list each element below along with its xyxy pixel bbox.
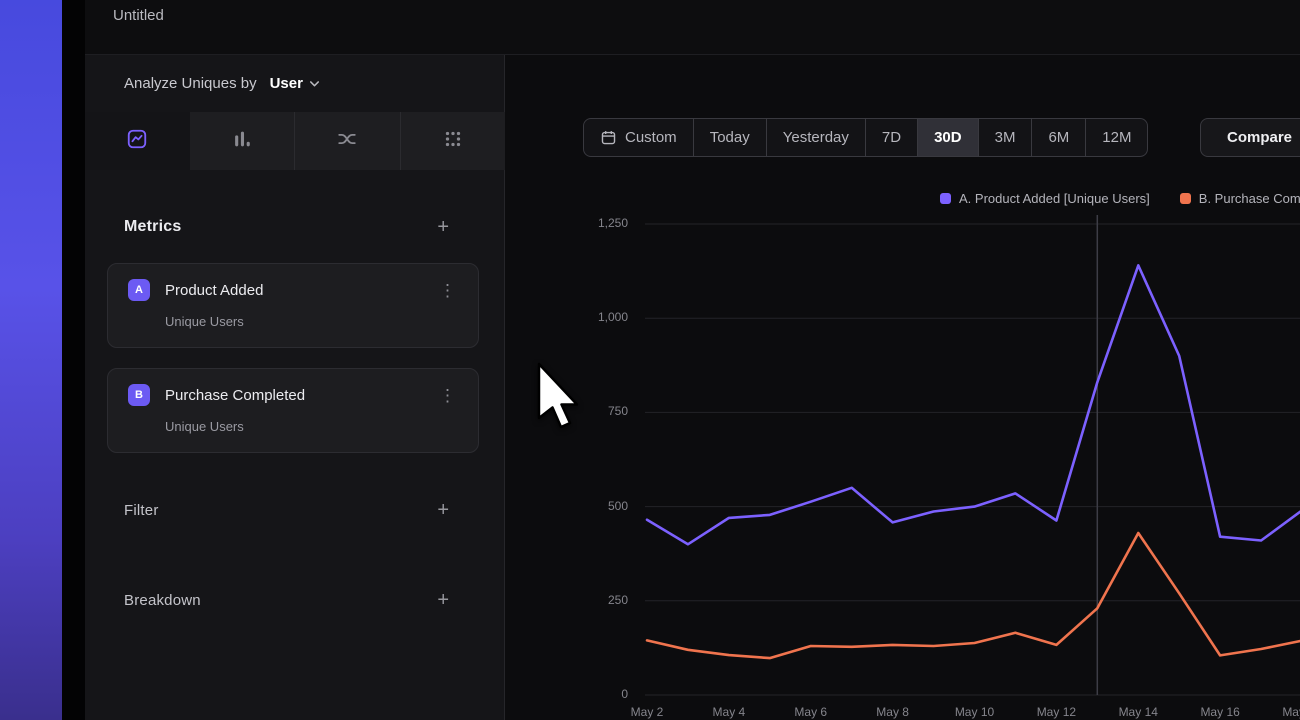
kebab-menu-icon[interactable]: ⋮ <box>435 282 460 299</box>
chevron-down-icon <box>307 76 322 91</box>
analyze-label: Analyze Uniques by <box>124 75 257 92</box>
query-builder-panel: Analyze Uniques by User Metrics + A Produ… <box>85 55 505 720</box>
tab-insights[interactable] <box>85 112 190 170</box>
background-gradient <box>0 0 62 720</box>
insights-icon <box>126 128 148 155</box>
metric-badge: B <box>128 384 150 406</box>
y-axis-label: 0 <box>510 687 628 701</box>
metric-subtitle[interactable]: Unique Users <box>165 419 460 434</box>
x-axis-label: May 10 <box>945 705 1005 719</box>
apps-icon <box>442 128 464 155</box>
x-axis-label: May 4 <box>699 705 759 719</box>
x-axis-label: May 12 <box>1026 705 1086 719</box>
metric-subtitle[interactable]: Unique Users <box>165 314 460 329</box>
mouse-cursor <box>537 362 583 430</box>
x-axis-label: May 14 <box>1108 705 1168 719</box>
section-label: Breakdown <box>124 592 201 609</box>
chart-panel: CustomTodayYesterday7D30D3M6M12M Compare… <box>505 55 1300 720</box>
x-axis-label: May 2 <box>617 705 677 719</box>
tab-flows[interactable] <box>294 112 400 170</box>
metrics-header: Metrics + <box>85 207 505 247</box>
metric-card-a[interactable]: A Product Added ⋮ Unique Users <box>107 263 479 348</box>
report-title[interactable]: Untitled <box>113 7 164 24</box>
analyze-row: Analyze Uniques by User <box>85 55 505 112</box>
metrics-title: Metrics <box>124 218 181 236</box>
x-axis-label: May 8 <box>863 705 923 719</box>
tab-more-apps[interactable] <box>400 112 506 170</box>
y-axis-label: 500 <box>510 499 628 513</box>
metric-card-header: A Product Added ⋮ <box>128 279 460 301</box>
flows-icon <box>336 128 358 155</box>
metric-card-b[interactable]: B Purchase Completed ⋮ Unique Users <box>107 368 479 453</box>
metric-title: Product Added <box>165 282 420 299</box>
x-axis-label: May 18 <box>1272 705 1300 719</box>
metric-card-header: B Purchase Completed ⋮ <box>128 384 460 406</box>
add-metric-button[interactable]: + <box>431 215 455 239</box>
section-label: Filter <box>124 502 159 519</box>
analyze-entity-select[interactable]: User <box>266 73 326 94</box>
line-chart-canvas <box>505 55 1300 720</box>
background-column <box>62 0 85 720</box>
funnels-icon <box>231 128 253 155</box>
metric-title: Purchase Completed <box>165 387 420 404</box>
report-type-tabs <box>85 112 505 170</box>
x-axis-label: May 16 <box>1190 705 1250 719</box>
kebab-menu-icon[interactable]: ⋮ <box>435 387 460 404</box>
section-breakdown: Breakdown + <box>85 580 505 620</box>
add-breakdown-button[interactable]: + <box>431 588 455 612</box>
y-axis-label: 1,250 <box>510 216 628 230</box>
x-axis-label: May 6 <box>781 705 841 719</box>
topbar: Untitled <box>85 0 1300 55</box>
section-filter: Filter + <box>85 490 505 530</box>
analyze-entity-value: User <box>270 75 303 92</box>
y-axis-label: 250 <box>510 593 628 607</box>
y-axis-label: 1,000 <box>510 310 628 324</box>
metric-badge: A <box>128 279 150 301</box>
tab-funnels[interactable] <box>190 112 295 170</box>
add-filter-button[interactable]: + <box>431 498 455 522</box>
